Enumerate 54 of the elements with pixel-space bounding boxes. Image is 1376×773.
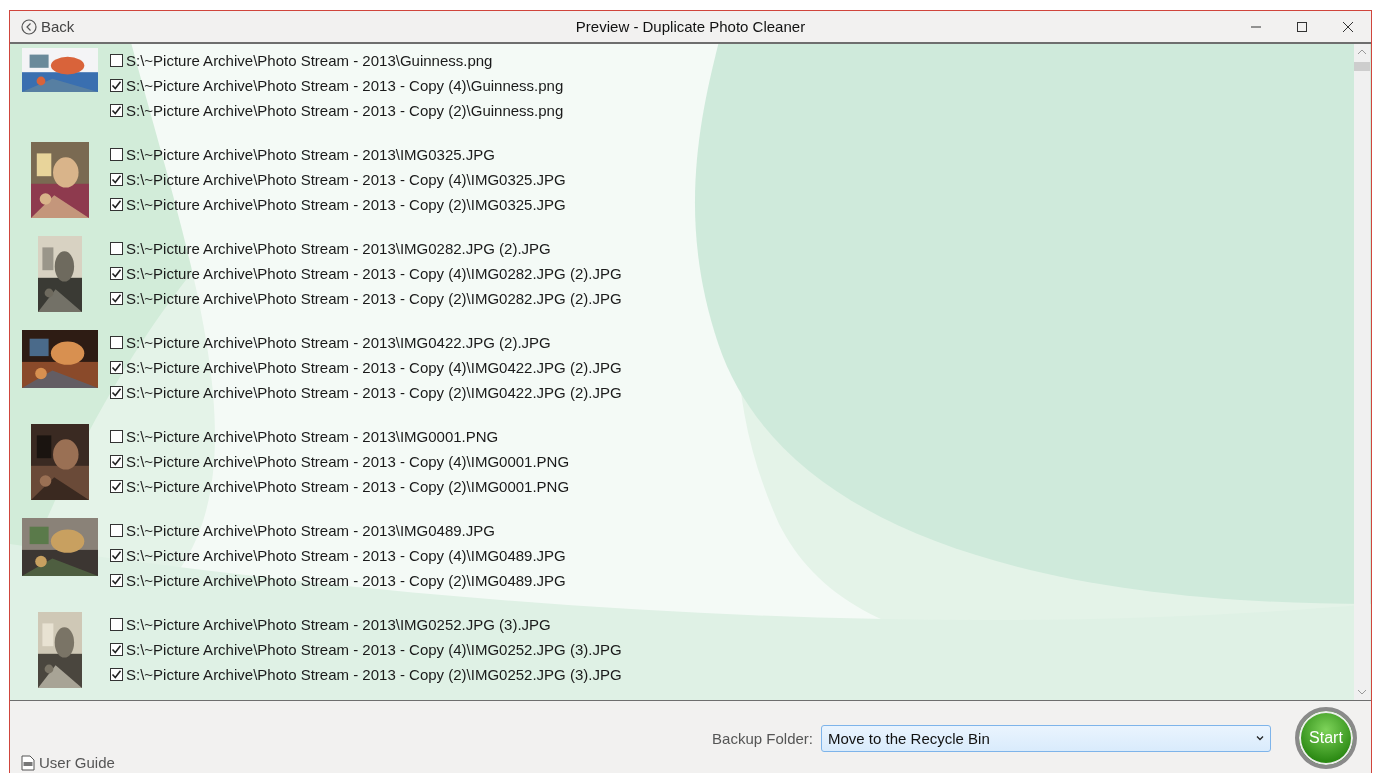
checkbox[interactable]: [110, 643, 123, 656]
checkbox[interactable]: [110, 198, 123, 211]
file-path: S:\~Picture Archive\Photo Stream - 2013 - Copy (4)\Guinness.png: [126, 77, 564, 94]
file-path: S:\~Picture Archive\Photo Stream - 2013\Guinness.png: [126, 52, 493, 69]
file-path: S:\~Picture Archive\Photo Stream - 2013\IMG0001.PNG: [126, 428, 499, 445]
checkbox[interactable]: [110, 54, 123, 67]
scrollbar[interactable]: [1354, 44, 1370, 700]
checkbox[interactable]: [110, 336, 123, 349]
maximize-icon: [1296, 20, 1308, 33]
user-guide-link[interactable]: User Guide: [21, 754, 115, 771]
checkbox[interactable]: [110, 242, 123, 255]
backup-folder-label: Backup Folder:: [712, 729, 813, 747]
checkbox[interactable]: [110, 361, 123, 374]
file-path: S:\~Picture Archive\Photo Stream - 2013 - Copy (2)\IMG0489.JPG: [126, 572, 566, 589]
checkbox[interactable]: [110, 549, 123, 562]
checkbox[interactable]: [110, 79, 123, 92]
scroll-thumb[interactable]: [1354, 62, 1370, 71]
checkbox[interactable]: [110, 455, 123, 468]
file-path: S:\~Picture Archive\Photo Stream - 2013 - Copy (2)\IMG0252.JPG (3).JPG: [126, 666, 622, 683]
file-path: S:\~Picture Archive\Photo Stream - 2013\IMG0489.JPG: [126, 522, 495, 539]
file-path: S:\~Picture Archive\Photo Stream - 2013 - Copy (4)\IMG0325.JPG: [126, 171, 566, 188]
checkbox[interactable]: [110, 574, 123, 587]
backup-folder-dropdown[interactable]: Move to the Recycle Bin: [821, 724, 1271, 752]
checkbox[interactable]: [110, 148, 123, 161]
file-path: S:\~Picture Archive\Photo Stream - 2013 - Copy (2)\Guinness.png: [126, 102, 564, 119]
chevron-down-icon: [1256, 735, 1264, 741]
file-path: S:\~Picture Archive\Photo Stream - 2013 - Copy (2)\IMG0422.JPG (2).JPG: [126, 384, 622, 401]
checkbox[interactable]: [110, 480, 123, 493]
checkbox[interactable]: [110, 104, 123, 117]
file-path: S:\~Picture Archive\Photo Stream - 2013 - Copy (2)\IMG0282.JPG (2).JPG: [126, 290, 622, 307]
file-path: S:\~Picture Archive\Photo Stream - 2013\IMG0252.JPG (3).JPG: [126, 616, 551, 633]
file-path: S:\~Picture Archive\Photo Stream - 2013 - Copy (2)\IMG0001.PNG: [126, 478, 570, 495]
file-path: S:\~Picture Archive\Photo Stream - 2013 - Copy (2)\IMG0325.JPG: [126, 196, 566, 213]
checkbox[interactable]: [110, 618, 123, 631]
file-path: S:\~Picture Archive\Photo Stream - 2013 - Copy (4)\IMG0252.JPG (3).JPG: [126, 641, 622, 658]
file-path: S:\~Picture Archive\Photo Stream - 2013\IMG0422.JPG (2).JPG: [126, 334, 551, 351]
checkbox[interactable]: [110, 430, 123, 443]
file-path: S:\~Picture Archive\Photo Stream - 2013\IMG0325.JPG: [126, 146, 495, 163]
window-title: Preview - Duplicate Photo Cleaner: [575, 18, 806, 35]
pdf-icon: [21, 754, 35, 771]
checkbox[interactable]: [110, 292, 123, 305]
back-button[interactable]: Back: [21, 18, 75, 35]
file-path: S:\~Picture Archive\Photo Stream - 2013\IMG0282.JPG (2).JPG: [126, 240, 551, 257]
checkbox[interactable]: [110, 386, 123, 399]
file-path: S:\~Picture Archive\Photo Stream - 2013 - Copy (4)\IMG0001.PNG: [126, 453, 570, 470]
file-path: S:\~Picture Archive\Photo Stream - 2013 - Copy (4)\IMG0422.JPG (2).JPG: [126, 359, 622, 376]
checkbox[interactable]: [110, 668, 123, 681]
back-icon: [21, 18, 37, 35]
close-icon: [1342, 20, 1354, 33]
checkbox[interactable]: [110, 173, 123, 186]
file-path: S:\~Picture Archive\Photo Stream - 2013 - Copy (4)\IMG0489.JPG: [126, 547, 566, 564]
checkbox[interactable]: [110, 524, 123, 537]
file-path: S:\~Picture Archive\Photo Stream - 2013 - Copy (4)\IMG0282.JPG (2).JPG: [126, 265, 622, 282]
checkbox[interactable]: [110, 267, 123, 280]
